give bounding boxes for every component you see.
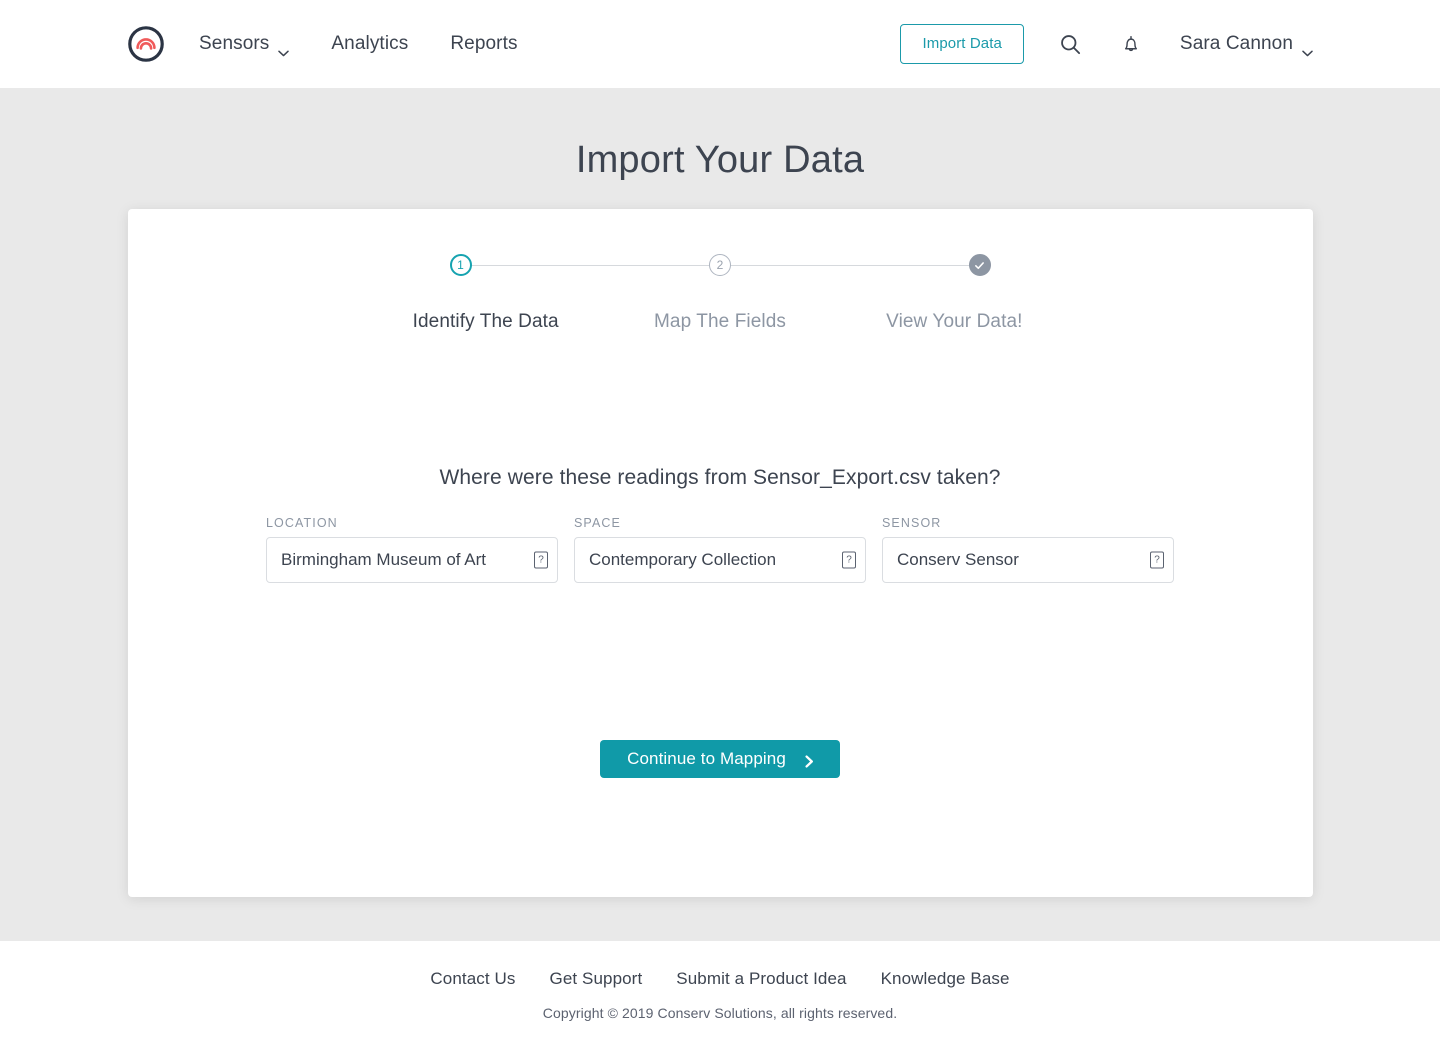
continue-to-mapping-label: Continue to Mapping (627, 749, 786, 768)
field-location-input-wrap: ? (266, 537, 558, 583)
step-label-view-your-data[interactable]: View Your Data! (837, 311, 1071, 333)
import-data-button[interactable]: Import Data (900, 24, 1024, 64)
check-icon (975, 261, 984, 269)
space-help-icon[interactable]: ? (842, 551, 856, 569)
top-navigation-bar: Sensors Analytics Reports Import Data Sa… (0, 0, 1440, 88)
stepper-labels: Identify The Data Map The Fields View Yo… (413, 311, 1023, 333)
field-sensor-input-wrap: ? (882, 537, 1174, 583)
step-label-map-the-fields[interactable]: Map The Fields (603, 311, 837, 333)
main-content-area: Import Your Data 1 2 Identify The Data M… (0, 88, 1440, 941)
field-location-label: LOCATION (266, 516, 338, 530)
continue-to-mapping-button[interactable]: Continue to Mapping (600, 740, 840, 778)
stepper-track: 1 2 (449, 253, 991, 277)
header-right-group: Import Data Sara Cannon (900, 24, 1313, 64)
step-marker-1[interactable]: 1 (449, 254, 472, 276)
fields-row: LOCATION ? SPACE ? SENSOR (128, 516, 1313, 583)
space-input[interactable] (574, 537, 866, 583)
conserv-logo-icon[interactable] (128, 26, 164, 62)
step-marker-3[interactable] (968, 254, 991, 276)
form-question: Where were these readings from Sensor_Ex… (439, 466, 1001, 489)
step-marker-2[interactable]: 2 (709, 254, 731, 276)
chevron-right-icon (803, 753, 816, 768)
bell-icon[interactable] (1118, 31, 1144, 57)
step-marker-1-number: 1 (457, 258, 464, 272)
page-title: Import Your Data (575, 139, 865, 181)
nav-item-reports[interactable]: Reports (450, 33, 517, 55)
field-space-label: SPACE (574, 516, 621, 530)
cta-wrapper: Continue to Mapping (128, 740, 1313, 778)
field-space: SPACE ? (574, 516, 866, 583)
page-footer: Contact Us Get Support Submit a Product … (0, 941, 1440, 1047)
user-menu[interactable]: Sara Cannon (1179, 33, 1313, 56)
wizard-stepper: 1 2 Identify The Data Map The Fields Vie… (413, 253, 1023, 333)
identify-data-form: Where were these readings from Sensor_Ex… (128, 466, 1313, 778)
footer-link-get-support[interactable]: Get Support (550, 969, 643, 989)
nav-item-reports-label: Reports (450, 33, 518, 54)
field-sensor: SENSOR ? (882, 516, 1174, 583)
step-marker-2-number: 2 (716, 258, 724, 272)
nav-item-analytics-label: Analytics (331, 33, 409, 54)
search-icon[interactable] (1058, 31, 1084, 57)
sensor-help-icon[interactable]: ? (1150, 551, 1164, 569)
footer-link-submit-a-product-idea[interactable]: Submit a Product Idea (676, 969, 846, 989)
sensor-input[interactable] (882, 537, 1174, 583)
nav-item-sensors[interactable]: Sensors (199, 33, 290, 56)
field-location: LOCATION ? (266, 516, 558, 583)
step-label-identify-the-data[interactable]: Identify The Data (369, 311, 603, 333)
main-nav: Sensors Analytics Reports (199, 33, 518, 56)
footer-link-contact-us[interactable]: Contact Us (430, 969, 515, 989)
user-name-label: Sara Cannon (1179, 33, 1293, 54)
location-input[interactable] (266, 537, 558, 583)
footer-links: Contact Us Get Support Submit a Product … (0, 969, 1440, 989)
chevron-down-icon (1302, 41, 1313, 56)
field-space-input-wrap: ? (574, 537, 866, 583)
footer-copyright: Copyright © 2019 Conserv Solutions, all … (542, 1005, 898, 1021)
field-sensor-label: SENSOR (882, 516, 942, 530)
nav-item-sensors-label: Sensors (199, 33, 270, 54)
nav-item-analytics[interactable]: Analytics (331, 33, 408, 55)
footer-link-knowledge-base[interactable]: Knowledge Base (881, 969, 1010, 989)
import-wizard-card: 1 2 Identify The Data Map The Fields Vie… (127, 209, 1313, 897)
chevron-down-icon (278, 41, 290, 56)
header-left-group: Sensors Analytics Reports (128, 26, 518, 62)
location-help-icon[interactable]: ? (534, 551, 548, 569)
